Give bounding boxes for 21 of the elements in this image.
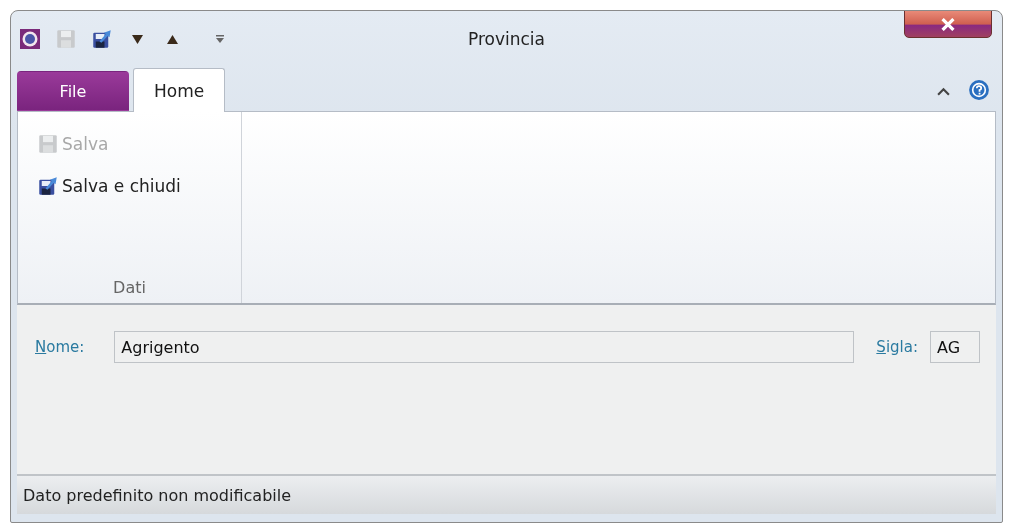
file-tab[interactable]: File <box>17 71 129 111</box>
save-close-icon[interactable] <box>92 29 112 49</box>
up-arrow-icon[interactable] <box>167 33 178 45</box>
help-icon[interactable] <box>968 79 990 101</box>
field-label: Nome: <box>35 338 85 356</box>
group-label: Dati <box>113 278 146 297</box>
ribbon-button[interactable]: Salva e chiudi <box>36 174 183 198</box>
save-icon <box>38 134 58 154</box>
save-close-icon <box>38 176 58 196</box>
input-field[interactable]: Agrigento <box>114 331 855 363</box>
app-icon <box>20 29 40 49</box>
down-arrow-icon[interactable] <box>132 33 143 45</box>
input-field[interactable]: AG <box>930 331 980 363</box>
close-icon <box>940 17 956 31</box>
ribbon-tab[interactable]: Home <box>133 68 226 112</box>
collapse-ribbon-icon[interactable] <box>937 86 950 97</box>
close-button[interactable] <box>904 11 992 38</box>
field-label: Sigla: <box>876 338 918 356</box>
window-title: Provincia <box>468 29 545 49</box>
customize-toolbar-icon[interactable] <box>216 34 224 44</box>
status-bar: Dato predefinito non modificabile <box>17 476 996 514</box>
